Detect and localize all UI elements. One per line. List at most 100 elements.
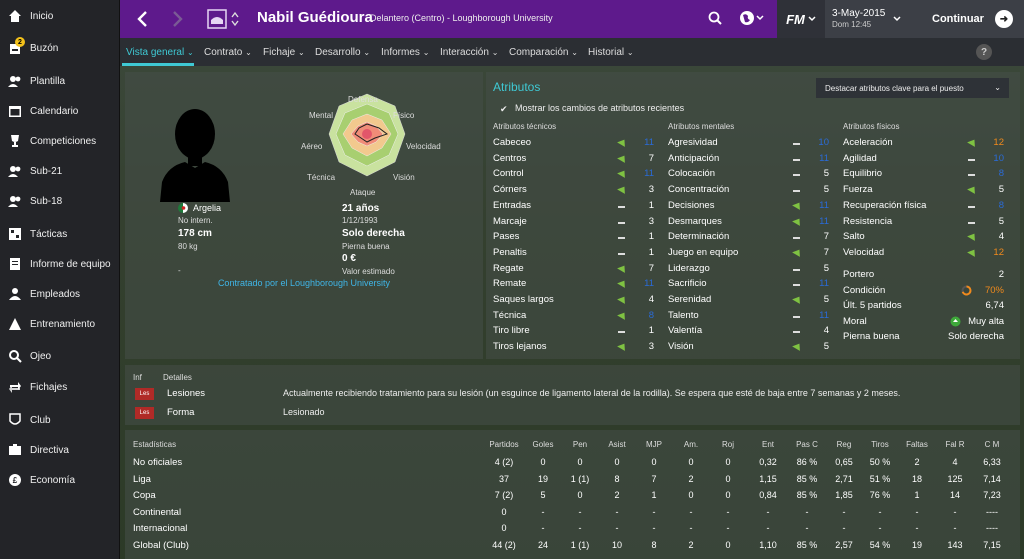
- stats-header[interactable]: Goles: [523, 440, 563, 449]
- attribute-row[interactable]: Talento 11: [668, 308, 833, 323]
- attribute-row[interactable]: Concentración 5: [668, 182, 833, 197]
- attribute-row[interactable]: Penaltis 1: [493, 245, 658, 260]
- attribute-row[interactable]: Regate 7: [493, 261, 658, 276]
- sidebar-item-t-cticas[interactable]: Tácticas: [0, 220, 120, 248]
- stats-header[interactable]: Tiros: [860, 440, 900, 449]
- sidebar-item-calendario[interactable]: Calendario: [0, 97, 120, 125]
- stats-header[interactable]: Faltas: [897, 440, 937, 449]
- injury-row[interactable]: Les Lesiones Actualmente recibiendo trat…: [135, 385, 1015, 403]
- back-button[interactable]: [132, 8, 154, 30]
- sidebar-item-econom-a[interactable]: £ Economía: [0, 466, 120, 494]
- tab-informes[interactable]: Informes ⌄: [381, 47, 429, 58]
- sidebar-item-plantilla[interactable]: Plantilla: [0, 67, 120, 95]
- attribute-row[interactable]: Resistencia 5: [843, 214, 1008, 229]
- stats-header[interactable]: Pen: [560, 440, 600, 449]
- tab-desarrollo[interactable]: Desarrollo ⌄: [315, 47, 370, 58]
- globe-icon[interactable]: [739, 10, 765, 26]
- stats-header[interactable]: Ent: [748, 440, 788, 449]
- attribute-row[interactable]: Desmarques 11: [668, 214, 833, 229]
- tab-fichaje[interactable]: Fichaje ⌄: [263, 47, 305, 58]
- attribute-row[interactable]: Sacrificio 11: [668, 276, 833, 291]
- sidebar-item-entrenamiento[interactable]: Entrenamiento: [0, 310, 120, 338]
- attribute-row[interactable]: Determinación 7: [668, 229, 833, 244]
- stats-row[interactable]: Continental 0- - - - - - - - - - - - ----: [125, 506, 1020, 521]
- attribute-row[interactable]: Velocidad 12: [843, 245, 1008, 260]
- attribute-row[interactable]: Liderazgo 5: [668, 261, 833, 276]
- attribute-row[interactable]: Serenidad 5: [668, 292, 833, 307]
- attribute-row[interactable]: Agilidad 10: [843, 151, 1008, 166]
- sidebar-item-inicio[interactable]: Inicio: [0, 2, 120, 30]
- attribute-row[interactable]: Remate 11: [493, 276, 658, 291]
- search-icon[interactable]: [708, 11, 722, 25]
- form-row-detail: Lesionado: [283, 407, 325, 417]
- chevron-down-icon[interactable]: [893, 16, 901, 22]
- stats-row[interactable]: Internacional 0- - - - - - - - - - - - ----: [125, 522, 1020, 537]
- sidebar-item-competiciones[interactable]: Competiciones: [0, 127, 120, 155]
- attribute-row[interactable]: Recuperación física 8: [843, 198, 1008, 213]
- stats-row[interactable]: Copa 7 (2) 5 0 2 1 0 0 0,84 85 % 1,85 76 % 1 14 7,23: [125, 489, 1020, 504]
- attribute-row[interactable]: Tiros lejanos 3: [493, 339, 658, 354]
- attribute-row[interactable]: Agresividad 10: [668, 135, 833, 150]
- sidebar-item-sub-21[interactable]: Sub-21: [0, 157, 120, 185]
- show-changes-checkbox[interactable]: ✔ Mostrar los cambios de atributos recien…: [500, 103, 684, 114]
- stats-header[interactable]: Partidos: [484, 440, 524, 449]
- fm-menu-button[interactable]: FM: [777, 0, 825, 38]
- chevron-updown-icon[interactable]: [231, 11, 239, 27]
- attribute-row[interactable]: Salto 4: [843, 229, 1008, 244]
- stats-header[interactable]: Estadísticas: [133, 440, 176, 449]
- sidebar-item-fichajes[interactable]: Fichajes: [0, 373, 120, 401]
- attribute-row[interactable]: Visión 5: [668, 339, 833, 354]
- form-row[interactable]: Les Forma Lesionado: [135, 404, 1015, 422]
- forward-button[interactable]: [166, 8, 188, 30]
- attribute-row[interactable]: Fuerza 5: [843, 182, 1008, 197]
- attribute-row[interactable]: Aceleración 12: [843, 135, 1008, 150]
- stats-header[interactable]: Pas C: [787, 440, 827, 449]
- sidebar-item-directiva[interactable]: Directiva: [0, 436, 120, 464]
- attribute-row[interactable]: Entradas 1: [493, 198, 658, 213]
- contract-club-link[interactable]: Contratado por el Loughborough Universit…: [125, 278, 483, 288]
- sidebar-item-sub-18[interactable]: Sub-18: [0, 187, 120, 215]
- attribute-row[interactable]: Cabeceo 11: [493, 135, 658, 150]
- attribute-row[interactable]: Saques largos 4: [493, 292, 658, 307]
- sidebar-item-empleados[interactable]: Empleados: [0, 280, 120, 308]
- tab-interacci-n[interactable]: Interacción ⌄: [440, 47, 498, 58]
- attribute-row[interactable]: Anticipación 11: [668, 151, 833, 166]
- stats-header[interactable]: Roj: [708, 440, 748, 449]
- attribute-row[interactable]: Centros 7: [493, 151, 658, 166]
- attribute-row[interactable]: Equilibrio 8: [843, 166, 1008, 181]
- sidebar-item-buz-n[interactable]: Buzón 2: [0, 34, 120, 62]
- help-button[interactable]: ?: [976, 44, 992, 60]
- attribute-row[interactable]: Córners 3: [493, 182, 658, 197]
- tab-contrato[interactable]: Contrato ⌄: [204, 47, 252, 58]
- attribute-row[interactable]: Pases 1: [493, 229, 658, 244]
- tab-vista-general[interactable]: Vista general ⌄: [126, 47, 194, 58]
- attribute-row[interactable]: Tiro libre 1: [493, 323, 658, 338]
- attribute-row[interactable]: Valentía 4: [668, 323, 833, 338]
- sidebar-item-club[interactable]: Club: [0, 406, 120, 434]
- attribute-row[interactable]: Marcaje 3: [493, 214, 658, 229]
- stats-row[interactable]: No oficiales 4 (2) 0 0 0 0 0 0 0,32 86 % 0,65 50 % 2…: [125, 456, 1020, 471]
- stats-header[interactable]: C M: [972, 440, 1012, 449]
- attribute-row[interactable]: Juego en equipo 7: [668, 245, 833, 260]
- tab-comparaci-n[interactable]: Comparación ⌄: [509, 47, 578, 58]
- stats-header[interactable]: Am.: [671, 440, 711, 449]
- attribute-row[interactable]: Colocación 5: [668, 166, 833, 181]
- stats-header[interactable]: MJP: [634, 440, 674, 449]
- stats-header[interactable]: Fal R: [935, 440, 975, 449]
- attribute-row[interactable]: Control 11: [493, 166, 658, 181]
- stats-row[interactable]: Liga 37 19 1 (1) 8 7 2 0 1,15 85 % 2,71 51 % 18 125 7,…: [125, 473, 1020, 488]
- continue-button[interactable]: Continuar ➜: [912, 0, 1024, 38]
- stats-header[interactable]: Reg: [824, 440, 864, 449]
- game-date[interactable]: 3-May-2015 Dom 12:45: [832, 8, 885, 29]
- sidebar-item-informe-de-equipo[interactable]: Informe de equipo: [0, 250, 120, 278]
- highlight-attributes-dropdown[interactable]: Destacar atributos clave para el puesto ⌄: [816, 78, 1009, 98]
- stats-row[interactable]: Global (Club) 44 (2) 24 1 (1) 10 8 2 0 1,10 85 % 2…: [125, 539, 1020, 554]
- sidebar-item-ojeo[interactable]: Ojeo: [0, 342, 120, 370]
- tab-historial[interactable]: Historial ⌄: [588, 47, 634, 58]
- trend-up-icon: [617, 294, 628, 304]
- injury-tag: Les: [135, 388, 154, 400]
- club-crest-icon[interactable]: [206, 8, 228, 30]
- attribute-row[interactable]: Decisiones 11: [668, 198, 833, 213]
- attribute-row[interactable]: Técnica 8: [493, 308, 658, 323]
- stats-header[interactable]: Asist: [597, 440, 637, 449]
